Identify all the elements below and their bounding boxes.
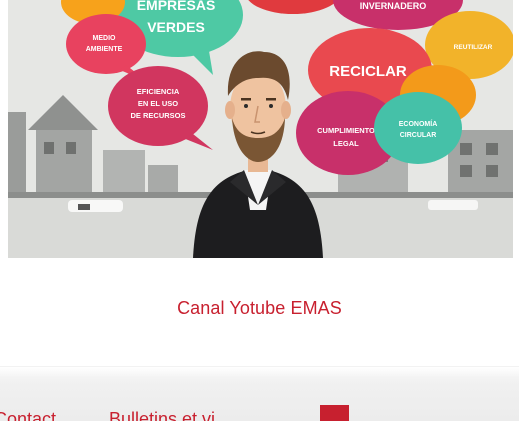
bubble-text: ECONOMÍA bbox=[399, 119, 438, 128]
bubble-text: DE RECURSOS bbox=[130, 111, 185, 120]
bubble-economia-circular: ECONOMÍA CIRCULAR bbox=[374, 92, 462, 164]
bubble-text: VERDES bbox=[147, 19, 205, 35]
nav-menu-button[interactable] bbox=[320, 405, 349, 421]
nav-item-contact[interactable]: Contact bbox=[0, 409, 56, 421]
bubble-text: REUTILIZAR bbox=[454, 44, 493, 51]
bubble-text: AMBIENTE bbox=[86, 46, 123, 53]
page: EMPRESAS VERDES MEDIO AMBIENTE INVERNADE… bbox=[0, 0, 519, 421]
bubble-text: LEGAL bbox=[333, 139, 359, 148]
bubble-text: EN EL USO bbox=[138, 99, 178, 108]
video-thumbnail[interactable]: EMPRESAS VERDES MEDIO AMBIENTE INVERNADE… bbox=[8, 0, 513, 258]
bubble-text: INVERNADERO bbox=[360, 1, 427, 11]
bubble-text: RECICLAR bbox=[329, 63, 407, 80]
canal-youtube-link[interactable]: Canal Yotube EMAS bbox=[0, 298, 519, 319]
bottom-nav-bar: Contact Bulletins et vi bbox=[0, 366, 519, 421]
bubble-text: MEDIO bbox=[93, 35, 117, 42]
bubble-text: CUMPLIMIENTO bbox=[317, 126, 375, 135]
bubble-text: EFICIENCIA bbox=[137, 87, 180, 96]
bubble-text: CIRCULAR bbox=[400, 132, 437, 139]
video-illustration: EMPRESAS VERDES MEDIO AMBIENTE INVERNADE… bbox=[8, 0, 513, 258]
nav-item-bulletins[interactable]: Bulletins et vi bbox=[109, 409, 215, 421]
bubble-text: EMPRESAS bbox=[137, 0, 216, 13]
